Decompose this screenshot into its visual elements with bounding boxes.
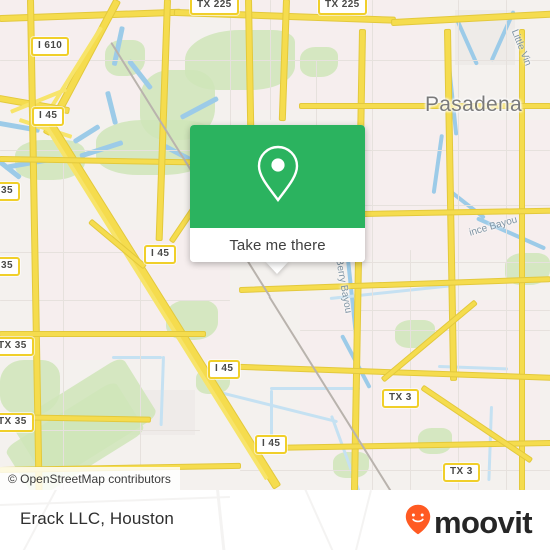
water-label: Little Vin xyxy=(508,28,534,68)
place-name-label: Erack LLC, Houston xyxy=(20,509,174,528)
map-canvas[interactable]: Pasadena Little Vin ince Bayou Berry Bay… xyxy=(0,0,550,490)
highway-shield: I 610 xyxy=(31,37,70,56)
city-label-pasadena: Pasadena xyxy=(425,93,522,116)
footer-bar: Erack LLC, Houston moovit xyxy=(0,490,550,550)
card-pin-area xyxy=(190,125,365,228)
highway-shield: TX 225 xyxy=(190,0,239,15)
highway-shield: 35 xyxy=(0,257,20,276)
highway-shield: I 45 xyxy=(255,435,288,454)
footer-watermark xyxy=(215,490,228,550)
osm-attribution-text: © OpenStreetMap contributors xyxy=(8,471,171,486)
take-me-there-label: Take me there xyxy=(229,236,326,254)
highway-shield: I 45 xyxy=(32,107,65,126)
highway-shield: I 45 xyxy=(144,245,177,264)
footer-watermark xyxy=(300,490,339,550)
osm-attribution[interactable]: © OpenStreetMap contributors xyxy=(0,467,180,490)
moovit-logo[interactable]: moovit xyxy=(405,504,533,540)
moovit-wordmark: moovit xyxy=(433,504,533,540)
highway-shield: TX 3 xyxy=(382,389,419,408)
map-screenshot: Pasadena Little Vin ince Bayou Berry Bay… xyxy=(0,0,550,550)
highway-shield: TX 35 xyxy=(0,337,34,356)
moovit-smiley-pin-icon xyxy=(405,504,431,540)
footer-watermark xyxy=(353,490,372,550)
callout-pointer xyxy=(265,261,289,274)
highway-shield: I 45 xyxy=(208,360,241,379)
footer-watermark xyxy=(0,495,230,506)
take-me-there-card[interactable]: Take me there xyxy=(190,125,365,262)
card-action-area[interactable]: Take me there xyxy=(190,228,365,262)
location-pin-icon xyxy=(255,144,301,209)
highway-shield: TX 225 xyxy=(318,0,367,15)
water-label: ince Bayou xyxy=(468,214,519,239)
highway-shield: 35 xyxy=(0,182,20,201)
water-label: Berry Bayou xyxy=(333,258,354,315)
highway-shield: TX 3 xyxy=(443,463,480,482)
highway-shield: TX 35 xyxy=(0,413,34,432)
